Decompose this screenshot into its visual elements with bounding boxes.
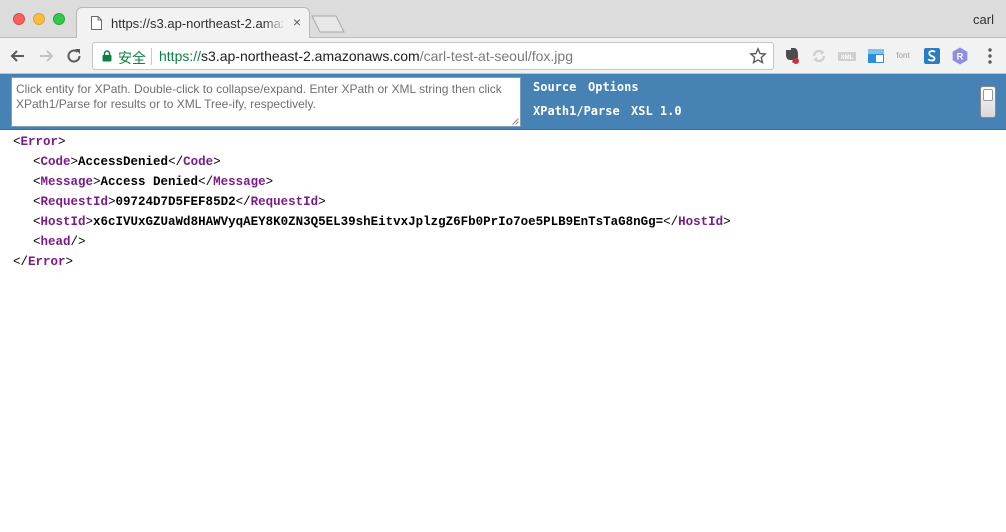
xml-empty-element[interactable]: <head/>	[13, 235, 731, 255]
svg-text:XML: XML	[841, 55, 854, 61]
xml-icon[interactable]: XML	[837, 46, 857, 66]
xpath-input[interactable]	[11, 77, 521, 127]
source-link[interactable]: Source	[533, 80, 576, 94]
resize-grip-icon[interactable]	[512, 118, 519, 125]
r-extension-icon[interactable]: R	[950, 46, 970, 66]
xml-tag-name: Error	[28, 255, 66, 269]
back-arrow-icon[interactable]	[8, 46, 28, 66]
bookmark-star-icon[interactable]	[749, 47, 767, 65]
xml-value: Access Denied	[100, 175, 199, 189]
xml-tree: <Error> <Code>AccessDenied</Code> <Messa…	[13, 135, 731, 275]
xml-root-open[interactable]: <Error>	[13, 135, 731, 155]
xml-element[interactable]: <Code>AccessDenied</Code>	[13, 155, 731, 175]
document-icon	[91, 16, 102, 30]
security-label[interactable]: 安全	[118, 48, 146, 68]
tab-strip: https://s3.ap-northeast-2.amazonaws.com/…	[0, 0, 1006, 39]
profile-name[interactable]: carl	[973, 12, 994, 27]
minimize-window-button[interactable]	[33, 13, 45, 25]
color-picker-icon[interactable]	[866, 46, 886, 66]
options-link[interactable]: Options	[588, 80, 639, 94]
tab-title: https://s3.ap-northeast-2.amazonaws.com/…	[111, 16, 283, 31]
evernote-icon[interactable]	[782, 46, 802, 66]
xml-value: x6cIVUxGZUaWd8HAWVyqAEY8K0ZN3Q5EL39shEit…	[93, 215, 664, 229]
svg-text:font: font	[896, 51, 910, 60]
browser-toolbar: 安全 https://s3.ap-northeast-2.amazonaws.c…	[0, 38, 1006, 74]
url-scheme: https://	[159, 48, 202, 64]
panel-toggle[interactable]	[980, 86, 996, 118]
menu-kebab-icon[interactable]	[982, 46, 998, 66]
close-window-button[interactable]	[13, 13, 25, 25]
xsl-version-link[interactable]: XSL 1.0	[631, 104, 682, 118]
lock-icon[interactable]	[102, 50, 112, 62]
xml-element[interactable]: <RequestId>09724D7D5FEF85D2</RequestId>	[13, 195, 731, 215]
forward-arrow-icon[interactable]	[36, 46, 56, 66]
address-bar[interactable]: 安全 https://s3.ap-northeast-2.amazonaws.c…	[92, 42, 774, 70]
close-tab-icon[interactable]: ×	[289, 14, 305, 30]
font-icon[interactable]: font	[893, 46, 913, 66]
xml-value: AccessDenied	[78, 155, 169, 169]
sync-icon[interactable]	[809, 46, 829, 66]
url-path: /carl-test-at-seoul/fox.jpg	[419, 48, 573, 64]
browser-tab[interactable]: https://s3.ap-northeast-2.amazonaws.com/…	[76, 7, 310, 39]
new-tab-button[interactable]	[311, 15, 345, 33]
url-text[interactable]: https://s3.ap-northeast-2.amazonaws.com/…	[159, 48, 573, 64]
xpath-parse-link[interactable]: XPath1/Parse	[533, 104, 620, 118]
fullscreen-window-button[interactable]	[53, 13, 65, 25]
xml-value: 09724D7D5FEF85D2	[115, 195, 236, 209]
xml-tag-name: Error	[20, 135, 59, 149]
address-separator	[151, 48, 152, 65]
panel-toggle-knob	[983, 89, 993, 101]
reload-icon[interactable]	[64, 46, 84, 66]
xml-element[interactable]: <HostId>x6cIVUxGZUaWd8HAWVyqAEY8K0ZN3Q5E…	[13, 215, 731, 235]
svg-text:R: R	[957, 52, 964, 62]
url-host: s3.ap-northeast-2.amazonaws.com	[201, 48, 420, 64]
xml-root-close[interactable]: </Error>	[13, 255, 731, 275]
xml-element[interactable]: <Message>Access Denied</Message>	[13, 175, 731, 195]
xpath-helper-bar: Source Options XPath1/Parse XSL 1.0	[0, 74, 1006, 130]
s-extension-icon[interactable]	[922, 46, 942, 66]
